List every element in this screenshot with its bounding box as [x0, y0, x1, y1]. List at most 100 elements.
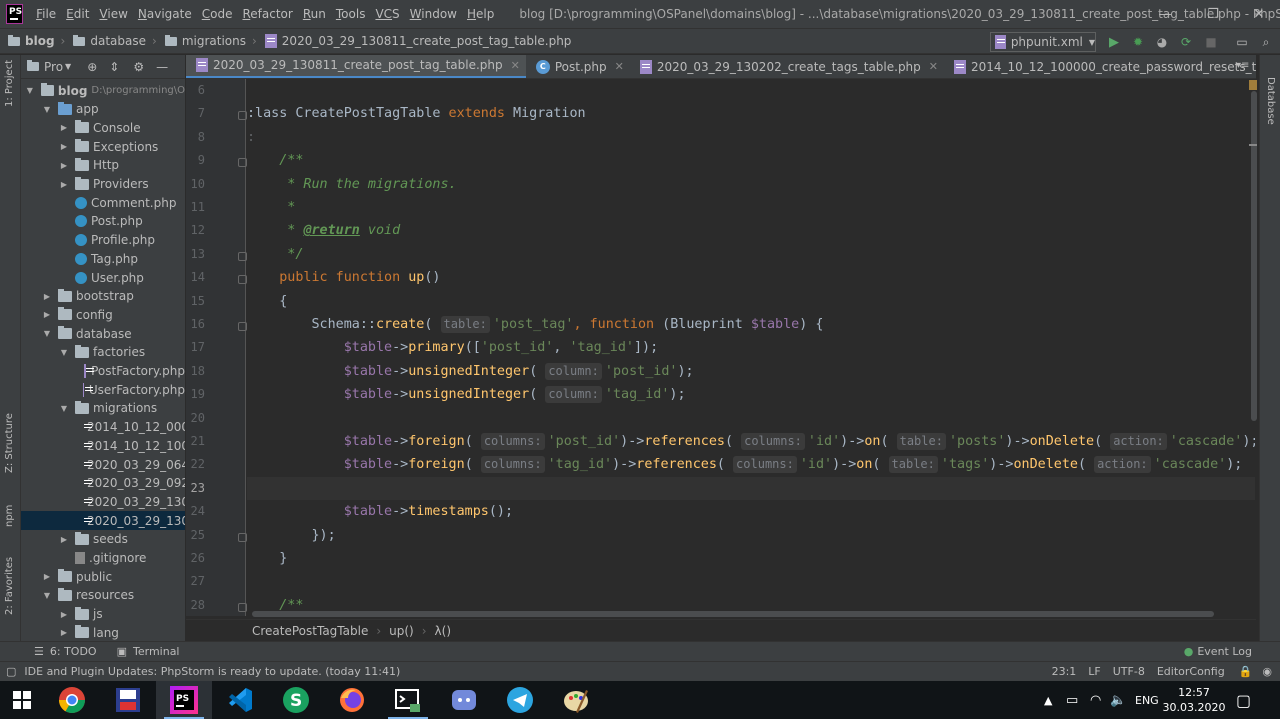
editor-tab[interactable]: C Post.php ✕ — [526, 55, 630, 78]
tree-item[interactable]: UserFactory.php — [21, 380, 185, 399]
close-tab-icon[interactable]: ✕ — [511, 59, 520, 72]
code-line[interactable]: * — [247, 196, 1255, 219]
todo-tab[interactable]: 6: TODO — [50, 645, 97, 658]
collapsed-arrow-icon[interactable]: ▶ — [59, 180, 69, 189]
collapsed-arrow-icon[interactable]: ▶ — [59, 142, 69, 151]
collapsed-arrow-icon[interactable]: ▶ — [42, 310, 52, 319]
code-line[interactable]: $table->foreign( columns:'tag_id')->refe… — [247, 453, 1255, 476]
menu-window[interactable]: Window — [405, 0, 462, 28]
tree-item[interactable]: ▶ Console — [21, 118, 185, 137]
tree-item[interactable]: ▶ Exceptions — [21, 137, 185, 156]
status-window-icon[interactable]: ▢ — [6, 665, 16, 678]
database-tool-tab[interactable]: Database — [1265, 77, 1276, 125]
tree-item[interactable]: ▼ database — [21, 324, 185, 343]
menu-help[interactable]: Help — [462, 0, 499, 28]
tree-item[interactable]: PostFactory.php — [21, 362, 185, 381]
code-line[interactable]: public function up() — [247, 266, 1255, 289]
menu-refactor[interactable]: Refactor — [237, 0, 297, 28]
tree-item[interactable]: ▶ Providers — [21, 175, 185, 194]
event-log-tab[interactable]: Event Log — [1197, 645, 1252, 658]
s-app-icon[interactable]: S — [268, 681, 324, 719]
npm-tool-tab[interactable]: npm — [4, 505, 15, 527]
expanded-arrow-icon[interactable]: ▼ — [25, 86, 35, 95]
status-message[interactable]: IDE and Plugin Updates: PhpStorm is read… — [24, 665, 400, 678]
expanded-arrow-icon[interactable]: ▼ — [42, 105, 52, 114]
code-line[interactable]: :lass CreatePostTagTable extends Migrati… — [247, 102, 1255, 125]
collapsed-arrow-icon[interactable]: ▶ — [59, 628, 69, 637]
code-line[interactable]: $table->foreign( columns:'post_id')->ref… — [247, 430, 1255, 453]
menu-run[interactable]: Run — [298, 0, 331, 28]
profile-icon[interactable]: ⟳ — [1177, 33, 1195, 51]
editor-horizontal-scrollbar[interactable] — [252, 611, 1214, 617]
warning-marker[interactable] — [1249, 80, 1257, 90]
code-line[interactable]: { — [247, 290, 1255, 313]
expanded-arrow-icon[interactable]: ▼ — [59, 348, 69, 357]
tree-item[interactable]: Tag.php — [21, 249, 185, 268]
code-line[interactable]: $table->unsignedInteger( column:'tag_id'… — [247, 383, 1255, 406]
paint-icon[interactable] — [548, 681, 604, 719]
coverage-icon[interactable]: ◕ — [1153, 33, 1171, 51]
fold-marker-icon[interactable] — [238, 251, 247, 261]
chevron-down-icon[interactable]: ▼ — [65, 62, 71, 71]
tree-item[interactable]: ▶ seeds — [21, 530, 185, 549]
tree-item[interactable]: ▼ blog D:\programming\O — [21, 81, 185, 100]
tree-item[interactable]: User.php — [21, 268, 185, 287]
code-line[interactable]: * @return void — [247, 219, 1255, 242]
search-icon[interactable]: ⌕ — [1257, 33, 1275, 51]
code-line[interactable]: }); — [247, 524, 1255, 547]
code-line[interactable] — [247, 79, 1255, 102]
gear-icon[interactable]: ⚙ — [133, 60, 144, 74]
code-line[interactable]: } — [247, 547, 1255, 570]
language-indicator[interactable]: ENG — [1135, 681, 1159, 719]
breadcrumb-file[interactable]: 2020_03_29_130811_create_post_tag_table.… — [257, 34, 571, 48]
caret-position[interactable]: 23:1 — [1052, 665, 1077, 678]
favorites-tool-tab[interactable]: 2: Favorites — [4, 557, 15, 615]
more-tabs-icon[interactable]: ▾≡ — [1236, 60, 1249, 71]
code-line[interactable]: Schema::create( table:'post_tag', functi… — [247, 313, 1255, 336]
breadcrumb-closure[interactable]: λ() — [435, 624, 451, 638]
close-icon[interactable]: ✕ — [1236, 0, 1280, 28]
notifications-icon[interactable]: ▢ — [1236, 681, 1251, 719]
collapsed-arrow-icon[interactable]: ▶ — [59, 123, 69, 132]
menu-navigate[interactable]: Navigate — [133, 0, 197, 28]
collapsed-arrow-icon[interactable]: ▶ — [59, 161, 69, 170]
menu-edit[interactable]: Edit — [61, 0, 94, 28]
menu-vcs[interactable]: VCS — [370, 0, 404, 28]
expanded-arrow-icon[interactable]: ▼ — [42, 329, 52, 338]
run-configuration-select[interactable]: phpunit.xml ▼ — [990, 32, 1096, 52]
lock-icon[interactable]: 🔒 — [1239, 665, 1253, 678]
windows-start-icon[interactable] — [0, 681, 44, 719]
tree-item[interactable]: Comment.php — [21, 193, 185, 212]
code-line[interactable] — [247, 476, 1255, 500]
tree-item[interactable]: ▶ Http — [21, 156, 185, 175]
inspector-icon[interactable]: ◉ — [1262, 665, 1272, 678]
tree-item[interactable]: Post.php — [21, 212, 185, 231]
tree-item[interactable]: 2020_03_29_130 — [21, 511, 185, 531]
tree-item[interactable]: ▼ migrations — [21, 399, 185, 418]
fold-marker-icon[interactable] — [238, 322, 247, 331]
telegram-icon[interactable] — [492, 681, 548, 719]
fold-marker-icon[interactable] — [238, 158, 247, 168]
editorconfig-status[interactable]: EditorConfig — [1157, 665, 1225, 678]
tree-item[interactable]: 2014_10_12_100 — [21, 436, 185, 455]
maximize-icon[interactable]: ❐ — [1190, 0, 1236, 28]
structure-tool-tab[interactable]: Z: Structure — [4, 413, 15, 473]
expanded-arrow-icon[interactable]: ▼ — [59, 404, 69, 413]
tree-item[interactable]: 2014_10_12_000 — [21, 418, 185, 437]
breadcrumb-project[interactable]: blog › — [0, 34, 65, 48]
breadcrumb-migrations[interactable]: migrations › — [157, 34, 257, 48]
terminal-app-icon[interactable] — [380, 681, 436, 719]
tree-item[interactable]: ▶ config — [21, 305, 185, 324]
editor-tab[interactable]: 2020_03_29_130811_create_post_tag_table.… — [186, 55, 526, 78]
code-line[interactable]: */ — [247, 243, 1255, 266]
hide-icon[interactable]: — — [156, 60, 168, 74]
battery-icon[interactable]: ▭ — [1066, 681, 1078, 719]
run-icon[interactable]: ▶ — [1105, 33, 1123, 51]
wifi-icon[interactable]: ◠ — [1090, 681, 1101, 719]
breadcrumb-database[interactable]: database › — [65, 34, 157, 48]
code-line[interactable]: /** — [247, 149, 1255, 172]
discord-icon[interactable] — [436, 681, 492, 719]
layout-icon[interactable]: ▭ — [1233, 33, 1251, 51]
code-line[interactable]: $table->primary(['post_id', 'tag_id']); — [247, 336, 1255, 359]
editor-tab[interactable]: 2014_10_12_100000_create_password_resets… — [944, 55, 1256, 78]
